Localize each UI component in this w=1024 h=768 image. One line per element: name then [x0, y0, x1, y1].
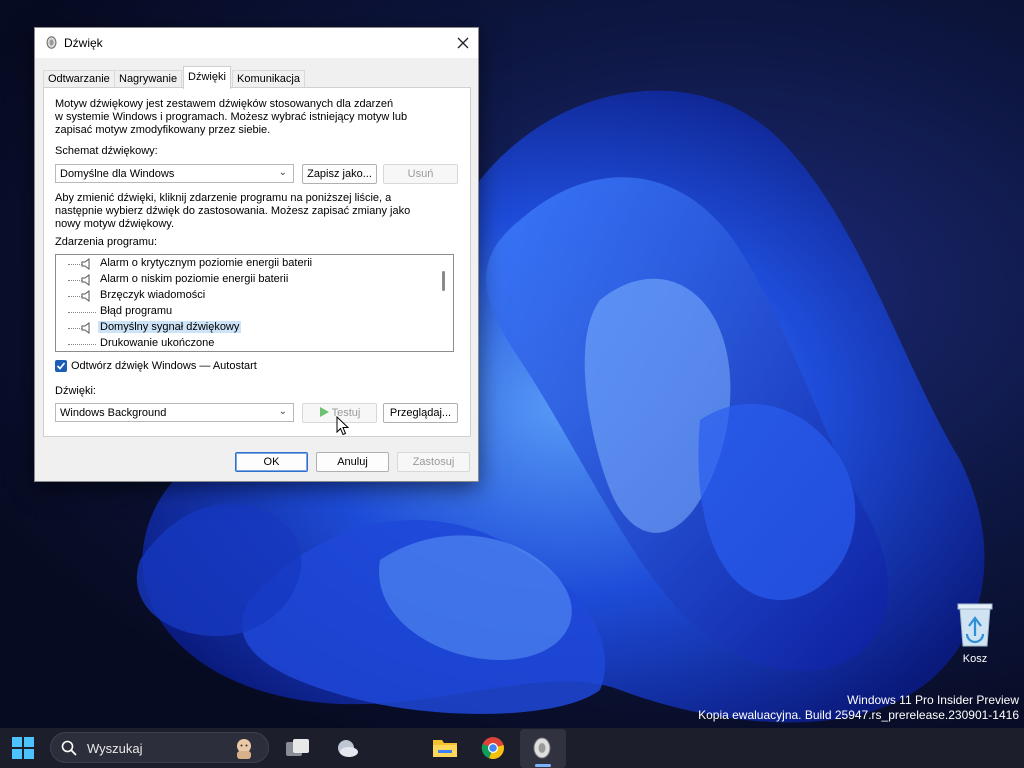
- events-label: Zdarzenia programu:: [55, 236, 158, 248]
- list-item-label: Brzęczyk wiadomości: [100, 289, 206, 301]
- tab-recording[interactable]: Nagrywanie: [114, 70, 183, 88]
- start-icon[interactable]: [12, 737, 34, 759]
- watermark-line-1: Windows 11 Pro Insider Preview: [847, 693, 1019, 707]
- chevron-down-icon: ⌄: [278, 406, 287, 417]
- sound-value: Windows Background: [60, 407, 167, 419]
- list-item-label: Błąd programu: [100, 305, 173, 317]
- list-item[interactable]: Drukowanie ukończone: [56, 336, 436, 351]
- active-app-indicator: [535, 764, 551, 767]
- save-as-button[interactable]: Zapisz jako...: [302, 164, 377, 184]
- apply-button[interactable]: Zastosuj: [397, 452, 470, 472]
- browse-button[interactable]: Przeglądaj...: [383, 403, 458, 423]
- speaker-icon: [81, 290, 90, 302]
- checkmark-icon: [56, 362, 66, 370]
- speaker-icon: [81, 322, 90, 334]
- cancel-button[interactable]: Anuluj: [316, 452, 389, 472]
- startup-checkbox[interactable]: [55, 360, 67, 372]
- intro-line-3: zapisać motyw zmodyfikowany przez siebie…: [55, 124, 271, 136]
- sound-dialog: Dźwięk Odtwarzanie Nagrywanie Dźwięki Ko…: [34, 27, 479, 482]
- scheme-value: Domyślne dla Windows: [60, 168, 175, 180]
- search-highlight-icon: [237, 739, 251, 759]
- recycle-bin-label[interactable]: Kosz: [952, 653, 998, 665]
- task-view-icon[interactable]: [285, 737, 311, 759]
- list-item[interactable]: Alarm o niskim poziomie energii baterii: [56, 272, 436, 288]
- events-list[interactable]: Alarm o krytycznym poziomie energii bate…: [55, 254, 454, 352]
- speaker-icon: [81, 274, 90, 286]
- tab-playback[interactable]: Odtwarzanie: [43, 70, 115, 88]
- instructions-line-1: Aby zmienić dźwięki, kliknij zdarzenie p…: [55, 192, 392, 204]
- chevron-down-icon: ⌄: [278, 167, 287, 178]
- weather-icon[interactable]: [334, 736, 360, 760]
- list-item-selected[interactable]: Domyślny sygnał dźwiękowy: [56, 320, 436, 336]
- intro-line-2: w systemie Windows i programach. Możesz …: [55, 111, 408, 123]
- sound-app-icon[interactable]: [532, 736, 552, 760]
- chrome-icon[interactable]: [481, 736, 505, 760]
- sounds-label: Dźwięki:: [55, 385, 96, 397]
- list-item[interactable]: Alarm o krytycznym poziomie energii bate…: [56, 256, 436, 272]
- speaker-icon: [46, 36, 57, 49]
- sound-dropdown[interactable]: Windows Background ⌄: [55, 403, 294, 422]
- close-icon: [457, 37, 469, 49]
- taskbar-search-box[interactable]: Wyszukaj: [50, 732, 269, 763]
- watermark-line-2: Kopia ewaluacyjna. Build 25947.rs_prerel…: [698, 708, 1019, 722]
- speaker-icon: [81, 258, 90, 270]
- tab-communications[interactable]: Komunikacja: [232, 70, 305, 88]
- sounds-panel: Motyw dźwiękowy jest zestawem dźwięków s…: [43, 87, 471, 437]
- tree-line: [68, 312, 96, 313]
- play-icon: [319, 407, 329, 417]
- list-item[interactable]: Brzęczyk wiadomości: [56, 288, 436, 304]
- scheme-dropdown[interactable]: Domyślne dla Windows ⌄: [55, 164, 294, 183]
- instructions-line-2: następnie wybierz dźwięk do zastosowania…: [55, 205, 411, 217]
- list-item[interactable]: Błąd programu: [56, 304, 436, 320]
- file-explorer-icon[interactable]: [432, 736, 458, 760]
- delete-button[interactable]: Usuń: [383, 164, 458, 184]
- scheme-label: Schemat dźwiękowy:: [55, 145, 158, 157]
- close-button[interactable]: [448, 28, 478, 58]
- list-scrollbar-thumb[interactable]: [442, 271, 445, 291]
- search-placeholder: Wyszukaj: [87, 741, 143, 756]
- mouse-cursor-icon: [336, 416, 349, 436]
- recycle-bin-icon[interactable]: [955, 600, 995, 650]
- dialog-title: Dźwięk: [64, 36, 103, 50]
- instructions-line-3: nowy motyw dźwiękowy.: [55, 218, 174, 230]
- ok-button[interactable]: OK: [235, 452, 308, 472]
- title-bar[interactable]: Dźwięk: [35, 28, 478, 58]
- startup-checkbox-label[interactable]: Odtwórz dźwięk Windows — Autostart: [71, 360, 257, 373]
- list-item-label: Drukowanie ukończone: [100, 337, 215, 349]
- list-item-label: Alarm o krytycznym poziomie energii bate…: [100, 257, 313, 269]
- tree-line: [68, 344, 96, 345]
- list-item-label: Alarm o niskim poziomie energii baterii: [100, 273, 289, 285]
- list-item-label: Domyślny sygnał dźwiękowy: [98, 321, 242, 333]
- tab-sounds[interactable]: Dźwięki: [183, 66, 231, 89]
- build-watermark: Windows 11 Pro Insider Preview Kopia ewa…: [698, 693, 1019, 723]
- intro-line-1: Motyw dźwiękowy jest zestawem dźwięków s…: [55, 98, 394, 110]
- search-icon: [61, 740, 77, 756]
